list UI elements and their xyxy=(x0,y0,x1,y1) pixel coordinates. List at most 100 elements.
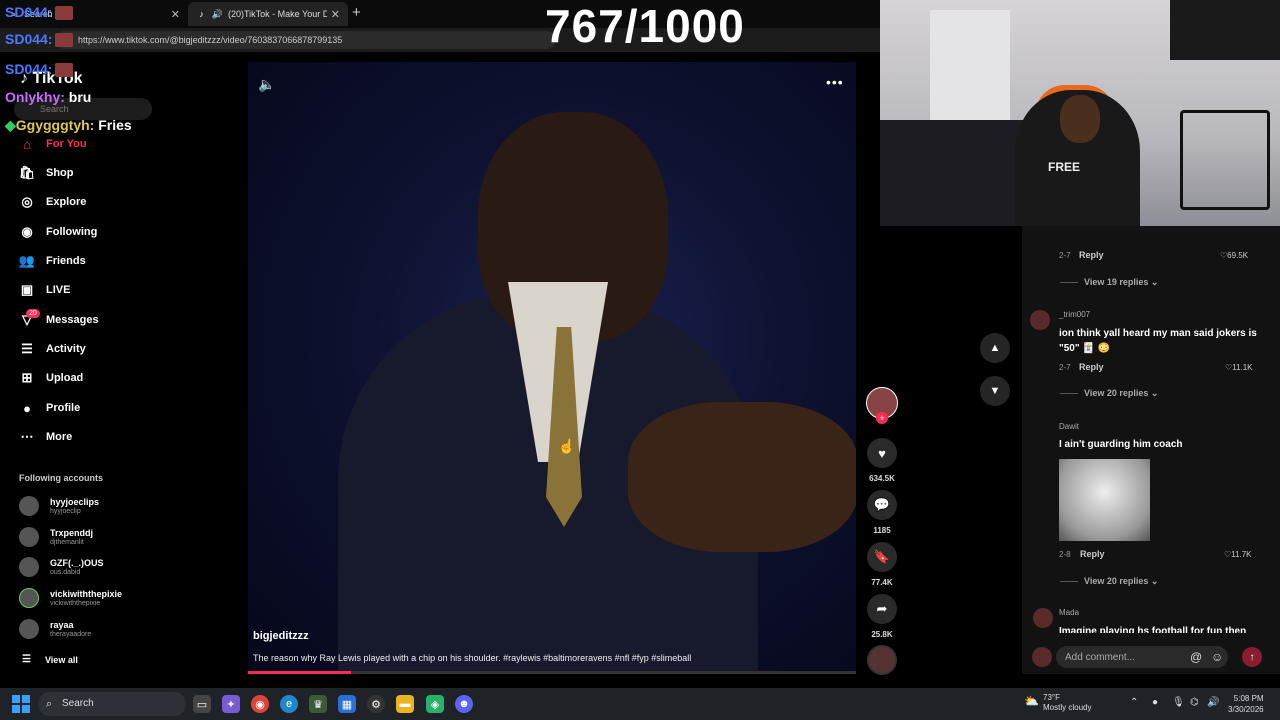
avatar xyxy=(19,588,39,608)
sidebar-item-activity[interactable]: ☰ Activity xyxy=(18,338,86,360)
post-comment-button[interactable]: ↑ xyxy=(1242,647,1262,667)
new-tab-button[interactable]: + xyxy=(352,4,361,21)
close-tab-icon[interactable]: ✕ xyxy=(331,8,340,21)
sidebar-item-upload[interactable]: ⊞ Upload xyxy=(18,367,84,389)
chat-message: ◆Ggygggtyh: Fries xyxy=(5,117,132,134)
comment-username[interactable]: Mada xyxy=(1059,608,1079,617)
edge-icon[interactable]: e xyxy=(280,695,298,713)
sidebar-item-for-you[interactable]: ⌂ For You xyxy=(18,133,86,155)
folder-icon[interactable]: ▬ xyxy=(396,695,414,713)
system-clock[interactable]: 5:08 PM 3/30/2026 xyxy=(1228,693,1264,715)
sidebar-item-profile[interactable]: ● Profile xyxy=(18,397,80,419)
previous-video-button[interactable]: ▲ xyxy=(980,333,1010,363)
following-account[interactable]: Trxpenddj djthemanlit xyxy=(19,523,93,551)
like-count: 69.5K xyxy=(1227,251,1249,260)
compass-icon: ◎ xyxy=(21,194,33,209)
mention-icon[interactable]: @ xyxy=(1190,650,1202,664)
video-player[interactable] xyxy=(248,62,856,674)
heart-icon: ♥ xyxy=(878,445,886,461)
chat-emote xyxy=(55,33,74,48)
music-disc-avatar[interactable] xyxy=(867,645,897,675)
comment-button[interactable]: 💬 xyxy=(867,490,897,520)
list-icon: ☰ xyxy=(22,654,31,665)
account-handle: ous.dabid xyxy=(50,568,81,576)
comment-input[interactable] xyxy=(1056,646,1228,668)
view-replies-button[interactable]: View 20 replies ⌄ xyxy=(1060,576,1158,587)
sidebar-item-friends[interactable]: 👥 Friends xyxy=(18,250,86,272)
url-field[interactable]: https://www.tiktok.com/@bigjeditzzz/vide… xyxy=(56,31,556,49)
comment-date: 2-7 xyxy=(1059,251,1071,260)
video-frame-hands xyxy=(628,402,856,552)
task-view-icon[interactable]: ▭ xyxy=(193,695,211,713)
start-button[interactable] xyxy=(12,695,30,713)
game-icon[interactable]: ◈ xyxy=(426,695,444,713)
emoji-icon[interactable]: ☺ xyxy=(1211,650,1223,664)
sidebar-item-live[interactable]: ▣ LIVE xyxy=(18,279,71,301)
taskbar-search[interactable]: ⌕ Search xyxy=(38,692,186,716)
chevron-up-icon: ▲ xyxy=(989,342,1001,354)
share-button[interactable]: ➦ xyxy=(867,594,897,624)
speaker-tab-icon[interactable]: 🔊 xyxy=(212,9,223,20)
tray-chevron-icon[interactable]: ⌃ xyxy=(1130,697,1138,708)
save-button[interactable]: 🔖 xyxy=(867,542,897,572)
following-account[interactable]: GZF(._.)OUS ous.dabid xyxy=(19,553,104,581)
view-replies-button[interactable]: View 19 replies ⌄ xyxy=(1060,277,1158,288)
video-author[interactable]: bigjeditzzz xyxy=(253,630,309,642)
sidebar-item-label: Following xyxy=(46,226,98,238)
bookmark-icon: 🔖 xyxy=(873,549,891,564)
volume-tray-icon[interactable]: 🔊 xyxy=(1207,697,1219,708)
messages-badge: 20 xyxy=(26,309,40,318)
tray-app-icon[interactable]: ● xyxy=(1152,697,1158,708)
follow-plus-icon[interactable]: + xyxy=(876,412,888,424)
avatar xyxy=(1032,647,1052,667)
sidebar-item-following[interactable]: ◉ Following xyxy=(18,221,97,243)
following-account[interactable]: hyyjoeclips hyyjoeclip xyxy=(19,492,99,520)
comment-date: 2-7 xyxy=(1059,363,1071,372)
network-icon[interactable]: ⌬ xyxy=(1190,697,1199,708)
chat-username: SD044: xyxy=(5,61,53,77)
volume-icon[interactable]: 🔈 xyxy=(258,76,275,93)
settings-icon[interactable]: ⚙ xyxy=(367,695,385,713)
comment-image[interactable] xyxy=(1059,459,1150,541)
app-icon[interactable]: ♛ xyxy=(309,695,327,713)
sidebar-item-label: Upload xyxy=(46,372,84,384)
chrome-icon[interactable]: ◉ xyxy=(251,695,269,713)
microphone-icon[interactable]: 🎙 xyxy=(1172,697,1185,708)
avatar[interactable] xyxy=(1033,608,1053,628)
comment-username[interactable]: _trim007 xyxy=(1059,310,1090,319)
reply-button[interactable]: Reply xyxy=(1080,549,1105,559)
more-options-icon[interactable]: ••• xyxy=(826,74,844,90)
discord-icon[interactable]: ☻ xyxy=(455,695,473,713)
arrow-up-icon: ↑ xyxy=(1249,651,1255,663)
comment-like[interactable]: ♡11.7K xyxy=(1224,550,1251,559)
comment-text: Imagine playing hs football for fun then xyxy=(1059,626,1247,633)
sidebar-item-more[interactable]: ⋯ More xyxy=(18,426,73,448)
comment-like[interactable]: ♡11.1K xyxy=(1225,363,1252,372)
browser-tab-tiktok[interactable]: ♪ 🔊 (20)TikTok - Make Your Day ✕ xyxy=(188,2,348,26)
sidebar-item-label: More xyxy=(46,431,73,443)
like-count: 634.5K xyxy=(869,474,895,483)
next-video-button[interactable]: ▼ xyxy=(980,376,1010,406)
reply-button[interactable]: Reply xyxy=(1079,250,1104,260)
store-icon[interactable]: ▦ xyxy=(338,695,356,713)
video-progress-bar[interactable] xyxy=(248,671,856,674)
following-account[interactable]: rayaa therayaadore xyxy=(19,615,91,643)
copilot-icon[interactable]: ✦ xyxy=(222,695,240,713)
view-replies-button[interactable]: View 20 replies ⌄ xyxy=(1060,388,1158,399)
weather-desc: Mostly cloudy xyxy=(1043,703,1092,712)
avatar[interactable] xyxy=(1030,310,1050,330)
like-button[interactable]: ♥ xyxy=(867,438,897,468)
reply-button[interactable]: Reply xyxy=(1079,362,1104,372)
following-account[interactable]: vickiwiththepixie vickiwiththepixie xyxy=(19,584,122,612)
shop-icon: 🛍 xyxy=(18,165,36,180)
comment-like[interactable]: ♡69.5K xyxy=(1220,251,1248,260)
browser-tab-bar: ⌕ Search ✕ ♪ 🔊 (20)TikTok - Make Your Da… xyxy=(0,0,880,28)
account-name: GZF(._.)OUS xyxy=(50,557,104,568)
webcam-tv xyxy=(1170,0,1280,60)
sidebar-item-shop[interactable]: 🛍 Shop xyxy=(18,162,74,184)
sidebar-item-explore[interactable]: ◎ Explore xyxy=(18,191,86,213)
comment-username[interactable]: Dawit xyxy=(1059,422,1079,431)
weather-widget[interactable]: 73°F Mostly cloudy xyxy=(1043,693,1091,713)
view-all-button[interactable]: ☰ View all xyxy=(22,654,78,665)
close-tab-icon[interactable]: ✕ xyxy=(171,8,180,21)
